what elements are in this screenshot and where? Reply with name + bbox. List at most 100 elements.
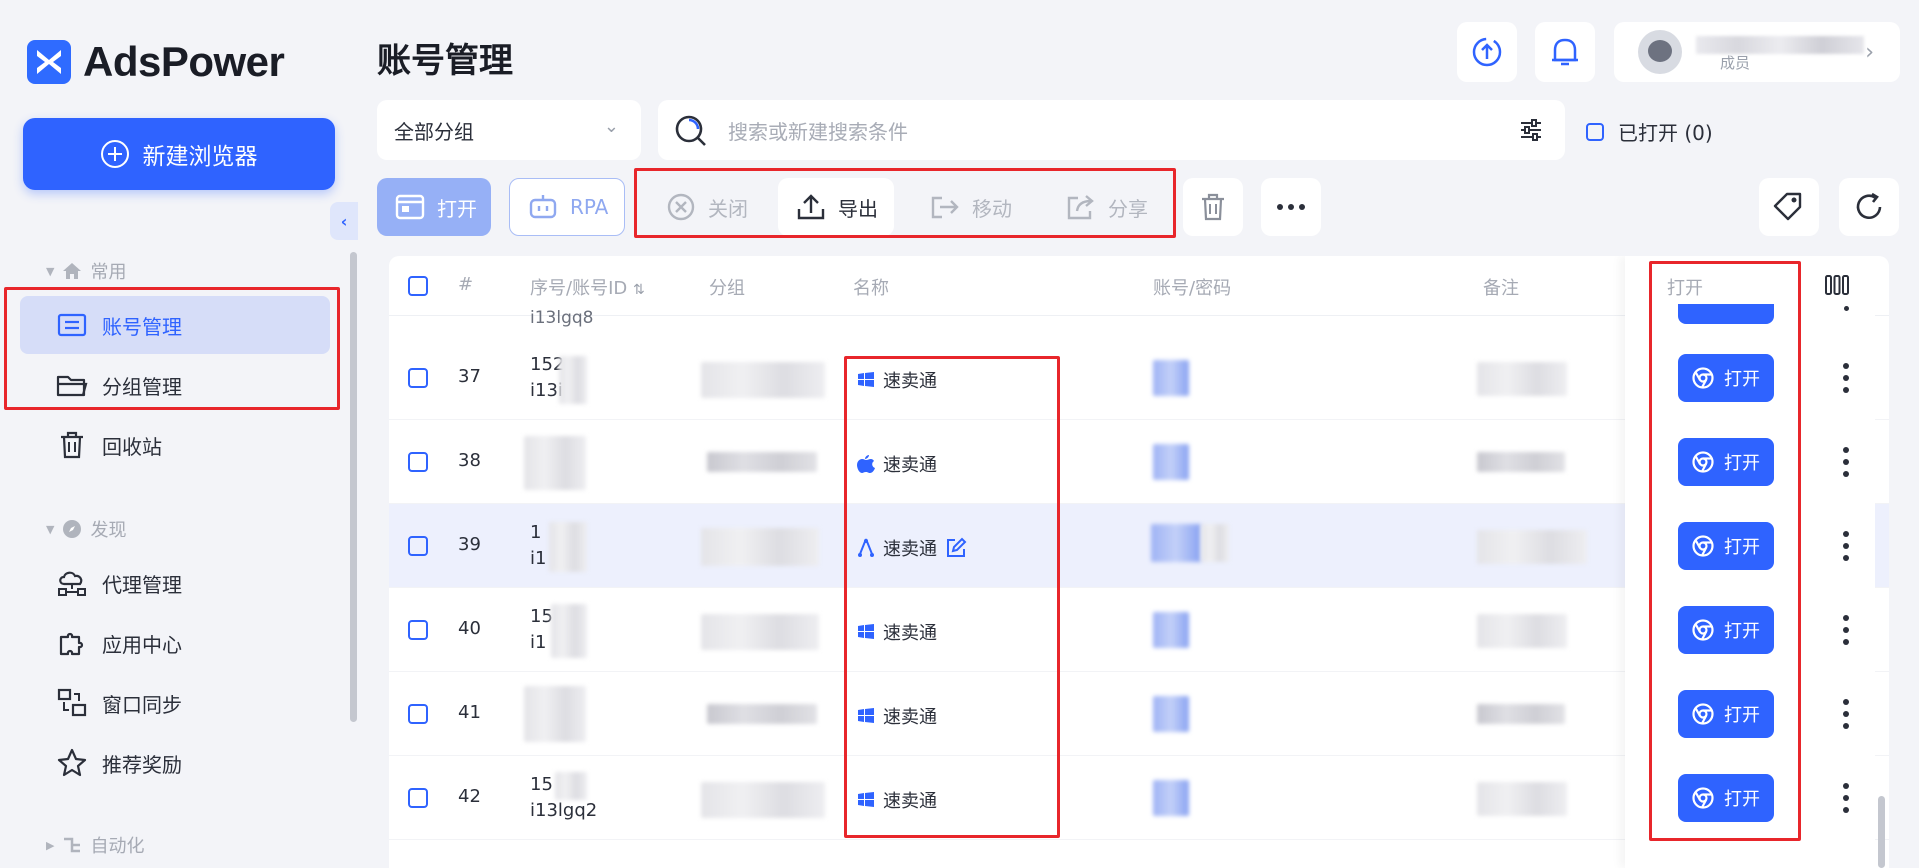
row-name: 速卖通 [857,451,937,477]
folder-icon [56,369,88,401]
checkbox[interactable] [1586,122,1604,141]
sidebar-item-label: 账号管理 [102,314,182,339]
avatar [1638,30,1682,74]
row-id: i13i [530,380,563,401]
row-more-button[interactable] [1842,783,1850,813]
more-horizontal-icon [1277,204,1305,210]
collapse-sidebar-button[interactable]: ‹ [330,202,358,240]
row-open-button[interactable]: 打开 [1678,690,1774,738]
rpa-button[interactable]: RPA [509,178,625,236]
export-button[interactable]: 导出 [778,178,894,236]
notifications-button[interactable] [1535,22,1595,82]
user-menu[interactable]: 成员 › [1614,22,1900,82]
new-browser-button[interactable]: 新建浏览器 [23,118,335,190]
row-name: 速卖通 [857,367,937,393]
sync-upload-button[interactable] [1457,22,1517,82]
table-scrollbar[interactable] [1878,796,1885,868]
accounts-table: # 序号/账号ID ⇅ 分组 名称 账号/密码 备注 i13lgq8 37 15… [389,256,1889,868]
row-checkbox[interactable] [408,452,428,472]
page-title: 账号管理 [377,41,513,81]
row-checkbox[interactable] [408,536,428,556]
edit-icon[interactable] [945,537,967,559]
row-open-button[interactable]: 打开 [1678,522,1774,570]
row-name: 速卖通 [857,703,937,729]
row-index: 38 [458,450,481,471]
select-all-checkbox[interactable] [408,276,428,296]
row-open-button[interactable]: 打开 [1678,438,1774,486]
row-name-label: 速卖通 [883,707,937,728]
redacted-remark [1477,452,1565,472]
row-checkbox[interactable] [408,704,428,724]
section-automation[interactable]: ▶ 自动化 [46,832,144,858]
logo[interactable]: AdsPower [27,38,285,86]
home-icon [63,263,82,279]
sidebar-item-referral-rewards[interactable]: 推荐奖励 [20,734,330,792]
section-title: 自动化 [90,836,145,857]
partial-open-button[interactable] [1678,304,1774,324]
refresh-button[interactable] [1839,178,1899,236]
row-open-button[interactable]: 打开 [1678,354,1774,402]
section-common[interactable]: ▼ 常用 [46,258,126,284]
sidebar-item-account-management[interactable]: 账号管理 [20,296,330,354]
row-name: 速卖通 [857,787,937,813]
sidebar-item-label: 代理管理 [102,572,182,597]
row-open-button[interactable]: 打开 [1678,774,1774,822]
row-name: 速卖通 [857,535,967,561]
chrome-icon [1692,619,1714,641]
row-checkbox[interactable] [408,620,428,640]
row-checkbox[interactable] [408,788,428,808]
header-serial[interactable]: 序号/账号ID ⇅ [530,274,645,300]
windows-icon [858,624,874,639]
sidebar-scrollbar[interactable] [350,252,357,722]
chrome-icon [1692,535,1714,557]
redacted-group [701,614,819,650]
user-info: 成员 [1696,30,1866,74]
row-index: 41 [458,702,481,723]
tags-button[interactable] [1759,178,1819,236]
row-more-button[interactable] [1842,531,1850,561]
sidebar-item-group-management[interactable]: 分组管理 [20,356,330,414]
more-actions-button[interactable] [1261,178,1321,236]
open-button[interactable]: 打开 [377,178,491,236]
redacted-remark [1477,362,1567,396]
sidebar-item-app-center[interactable]: 应用中心 [20,614,330,672]
row-more-button[interactable] [1842,363,1850,393]
row-id: i13lgq2 [530,800,598,821]
opened-label: 已打开 (0) [1618,121,1713,145]
opened-filter-checkbox[interactable]: 已打开 (0) [1586,117,1713,146]
header-name: 名称 [853,278,889,299]
star-icon [56,747,88,779]
new-browser-label: 新建浏览器 [142,144,258,170]
row-more-button[interactable] [1842,699,1850,729]
filter-sliders-icon[interactable] [1519,118,1543,142]
delete-button[interactable] [1183,178,1243,236]
row-checkbox[interactable] [408,368,428,388]
share-button[interactable]: 分享 [1048,178,1164,236]
sort-icon[interactable]: ⇅ [633,282,645,298]
linux-icon [858,538,874,557]
header-group: 分组 [709,278,745,299]
row-more-button[interactable] [1842,447,1850,477]
move-button[interactable]: 移动 [912,178,1028,236]
caret-down-icon: ▼ [46,264,55,278]
columns-settings-icon[interactable] [1825,274,1849,296]
open-label: 打开 [1724,453,1760,474]
section-title: 发现 [90,520,127,541]
sidebar-item-label: 窗口同步 [102,692,182,717]
row-name-label: 速卖通 [883,791,937,812]
header-open: 打开 [1667,278,1703,299]
group-select[interactable]: 全部分组 ⌄ [377,100,641,160]
upload-icon [797,194,825,220]
row-more-button[interactable] [1842,615,1850,645]
search-input[interactable]: 搜索或新建搜索条件 [658,100,1565,160]
sidebar-item-proxy-management[interactable]: 代理管理 [20,554,330,612]
tag-icon [1773,192,1802,221]
section-discover[interactable]: ▼ 发现 [46,516,126,542]
redacted-remark [1477,782,1567,816]
sidebar-item-window-sync[interactable]: 窗口同步 [20,674,330,732]
sidebar-item-recycle-bin[interactable]: 回收站 [20,416,330,474]
redacted-group [701,362,825,398]
close-button[interactable]: 关闭 [648,178,756,236]
row-open-button[interactable]: 打开 [1678,606,1774,654]
redacted-group [701,782,825,818]
